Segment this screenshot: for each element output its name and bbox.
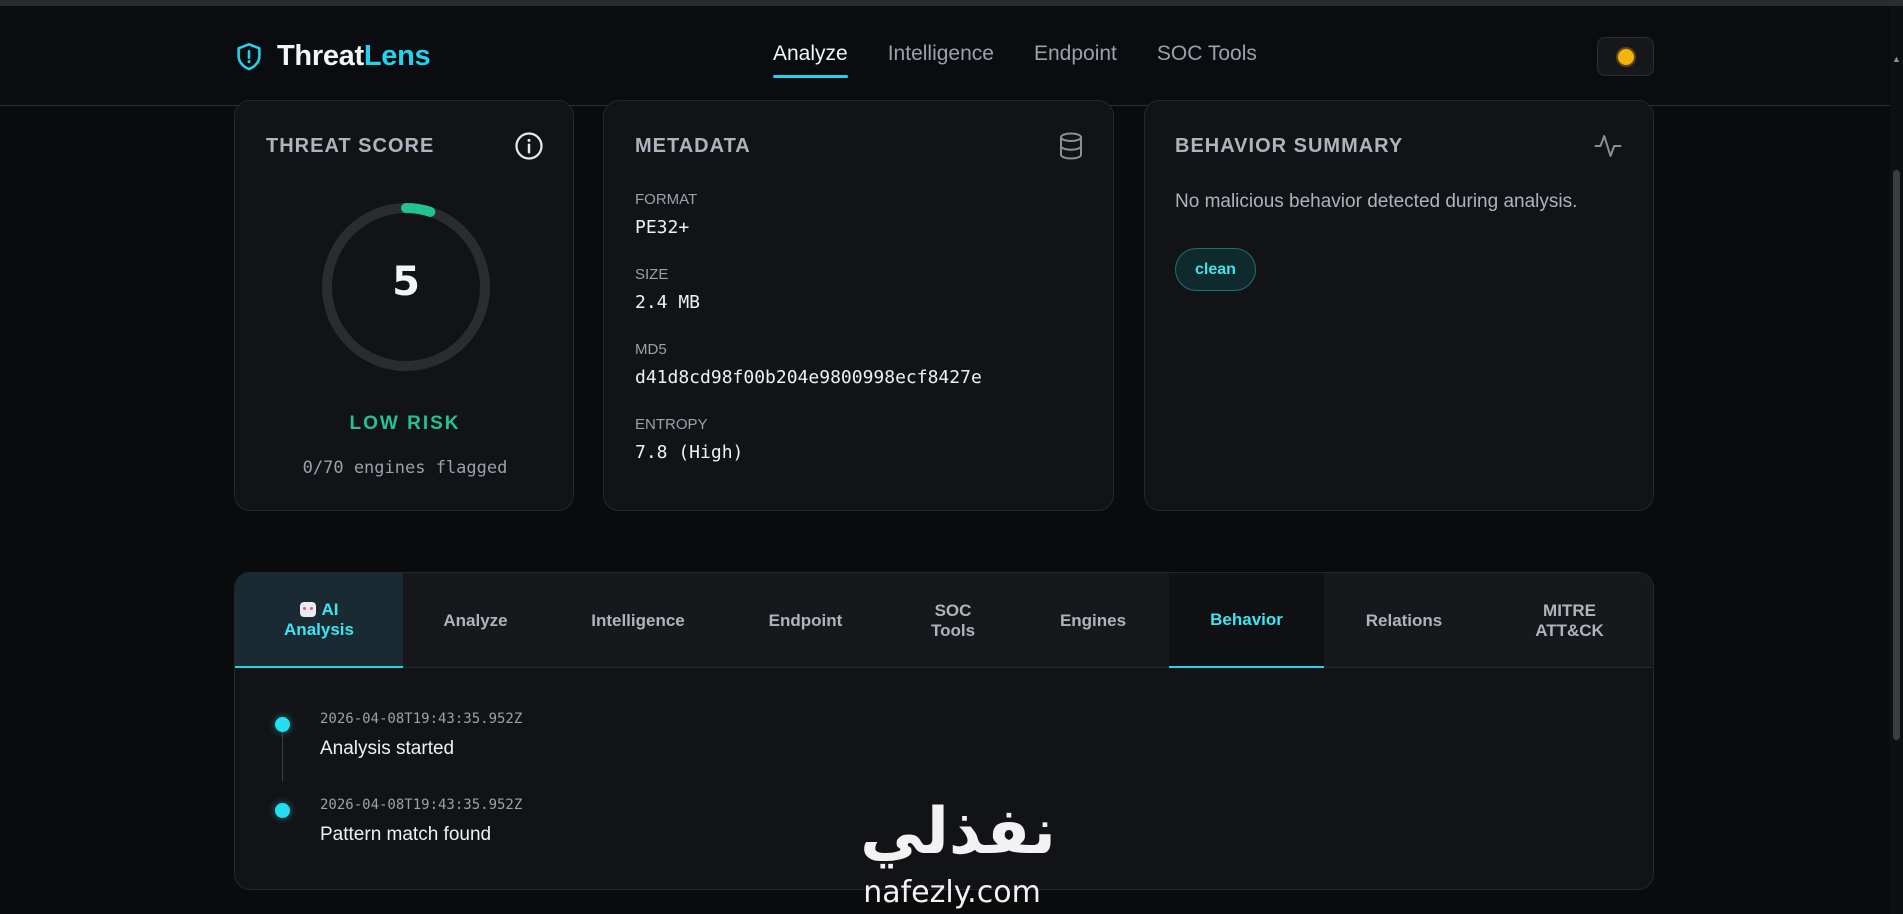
timeline-connector: [282, 725, 283, 781]
tab-relations[interactable]: Relations: [1324, 573, 1484, 668]
sun-icon: [1617, 48, 1634, 65]
timeline-item-text: Pattern match found: [320, 824, 492, 845]
timeline-item-time: 2026-04-08T19:43:35.952Z: [320, 797, 523, 813]
tab-ai-analysis[interactable]: AI Analysis: [235, 573, 403, 668]
nav-analyze[interactable]: Analyze: [773, 42, 848, 78]
nav-soc-tools[interactable]: SOC Tools: [1157, 42, 1257, 78]
timeline-dot: [275, 717, 290, 732]
md5-value: d41d8cd98f00b204e9800998ecf8427e: [635, 367, 982, 388]
tab-soc-tools-label-1: SOC: [934, 600, 972, 620]
entropy-label: ENTROPY: [635, 416, 708, 433]
threat-score-title: THREAT SCORE: [266, 135, 435, 157]
tab-behavior[interactable]: Behavior: [1169, 573, 1324, 668]
app-header: ThreatLens Analyze Intelligence Endpoint…: [0, 6, 1890, 106]
database-icon: [1060, 132, 1082, 160]
scrollbar-thumb[interactable]: [1893, 170, 1900, 740]
verdict-badge: clean: [1175, 248, 1256, 291]
scroll-up-arrow-icon[interactable]: ▲: [1890, 52, 1903, 66]
timeline-dot: [275, 803, 290, 818]
tab-bar: AI Analysis Analyze Intelligence Endpoint…: [235, 573, 1653, 668]
format-value: PE32+: [635, 217, 690, 238]
nav-endpoint[interactable]: Endpoint: [1034, 42, 1117, 78]
tab-mitre-attack[interactable]: MITRE ATT&CK: [1484, 573, 1653, 668]
tab-ai-analysis-label-1: AI: [321, 599, 339, 619]
tab-mitre-label-1: MITRE: [1543, 600, 1596, 620]
md5-label: MD5: [635, 341, 667, 358]
format-label: FORMAT: [635, 191, 698, 208]
tab-endpoint[interactable]: Endpoint: [728, 573, 883, 668]
behavior-summary-text: No malicious behavior detected during an…: [1175, 191, 1578, 212]
tab-analyze[interactable]: Analyze: [403, 573, 548, 668]
theme-toggle-button[interactable]: [1597, 37, 1654, 76]
brand-name: ThreatLens: [277, 40, 431, 73]
timeline-item-text: Analysis started: [320, 738, 455, 759]
tab-ai-analysis-label-2: Analysis: [284, 619, 354, 639]
size-value: 2.4 MB: [635, 292, 701, 313]
tab-mitre-label-2: ATT&CK: [1535, 620, 1604, 640]
risk-level-label: LOW RISK: [349, 413, 461, 434]
info-icon[interactable]: [514, 131, 544, 161]
tab-soc-tools-label-2: Tools: [930, 620, 976, 640]
brand-name-part2: Lens: [363, 40, 431, 72]
threat-score-value: 5: [392, 259, 420, 305]
engines-flagged-text: 0/70 engines flagged: [302, 458, 508, 478]
tab-soc-tools[interactable]: SOC Tools: [883, 573, 1023, 668]
metadata-card: METADATA FORMAT PE32+ SIZE 2.4 MB MD5 d4…: [603, 100, 1114, 511]
metadata-title: METADATA: [635, 135, 751, 157]
threat-score-card: THREAT SCORE 5 LOW RISK 0/70 engines fla…: [234, 100, 574, 511]
watermark-arabic: نفذلي: [860, 795, 1056, 869]
tab-engines[interactable]: Engines: [1023, 573, 1163, 668]
shield-alert-icon: [237, 42, 261, 70]
behavior-summary-card: BEHAVIOR SUMMARY No malicious behavior d…: [1144, 100, 1654, 511]
brand-logo[interactable]: ThreatLens: [235, 40, 431, 73]
size-label: SIZE: [635, 266, 669, 283]
activity-pulse-icon: [1594, 135, 1622, 157]
robot-icon: [299, 601, 316, 617]
entropy-value: 7.8 (High): [635, 442, 744, 463]
behavior-summary-title: BEHAVIOR SUMMARY: [1175, 135, 1404, 157]
watermark-latin: nafezly.com: [863, 875, 1041, 910]
brand-name-part1: Threat: [277, 40, 364, 72]
tab-intelligence[interactable]: Intelligence: [548, 573, 728, 668]
timeline-item-time: 2026-04-08T19:43:35.952Z: [320, 711, 523, 727]
main-nav: Analyze Intelligence Endpoint SOC Tools: [773, 42, 1257, 78]
nav-intelligence[interactable]: Intelligence: [888, 42, 994, 78]
